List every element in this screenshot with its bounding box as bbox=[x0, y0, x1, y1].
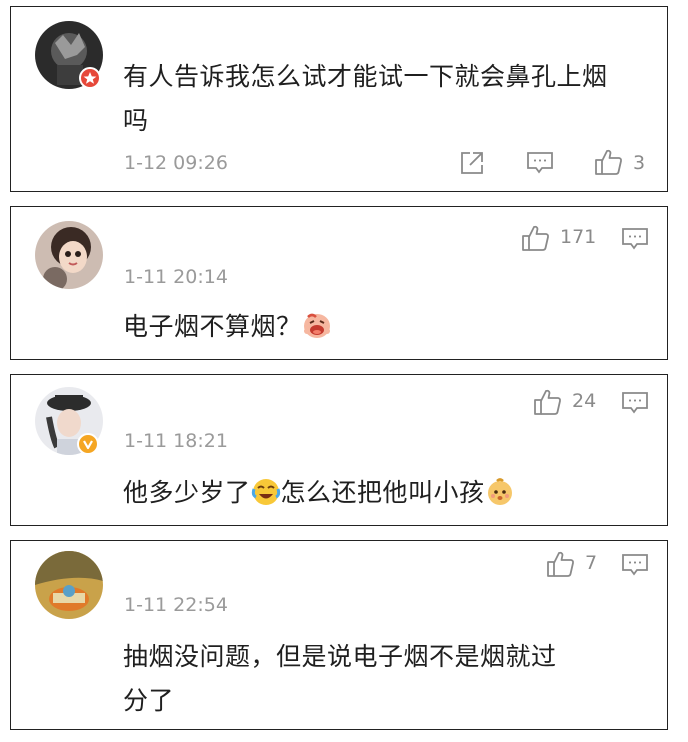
comment-timestamp: 1-11 18:21 bbox=[124, 430, 228, 452]
like-count: 24 bbox=[572, 390, 597, 412]
thumbs-up-icon[interactable] bbox=[533, 387, 563, 417]
red-star-badge bbox=[79, 67, 101, 89]
comment-text-line-1: 抽烟没问题，但是说电子烟不是烟就过 bbox=[123, 642, 557, 671]
comment-text-part-1: 他多少岁了 bbox=[123, 478, 251, 507]
comment-card-2: 171 1-11 20:14 电子烟不算烟？ bbox=[10, 206, 668, 360]
comment-icon[interactable] bbox=[621, 552, 649, 578]
comment-icon[interactable] bbox=[621, 226, 649, 252]
comment-card-1: 有人告诉我怎么试才能试一下就会鼻孔上烟 吗 1-12 09:26 3 bbox=[10, 6, 668, 192]
comment-icon[interactable] bbox=[621, 390, 649, 416]
comment-text-line: 电子烟不算烟？ bbox=[123, 312, 302, 341]
comment-text-line-1: 有人告诉我怎么试才能试一下就会鼻孔上烟 bbox=[123, 62, 608, 91]
comment-text: 他多少岁了 怎么还把他叫小孩 bbox=[123, 471, 515, 515]
comment-text: 抽烟没问题，但是说电子烟不是烟就过 分了 bbox=[123, 635, 663, 723]
comment-timestamp: 1-12 09:26 bbox=[124, 152, 228, 174]
thumbs-up-icon[interactable] bbox=[546, 549, 576, 579]
user-avatar-2[interactable] bbox=[35, 221, 103, 289]
share-icon[interactable] bbox=[459, 150, 485, 176]
comment-text-line-2: 吗 bbox=[123, 106, 149, 135]
like-count: 7 bbox=[585, 552, 598, 574]
user-avatar-4[interactable] bbox=[35, 551, 103, 619]
comment-timestamp: 1-11 22:54 bbox=[124, 594, 228, 616]
comment-card-3: 24 1-11 18:21 他多少岁了 怎么还把他叫小孩 bbox=[10, 374, 668, 526]
yellow-verified-badge bbox=[77, 433, 99, 455]
comment-card-4: 7 1-11 22:54 抽烟没问题，但是说电子烟不是烟就过 分了 bbox=[10, 540, 668, 730]
comment-text: 电子烟不算烟？ bbox=[123, 305, 332, 349]
thumbs-up-icon[interactable] bbox=[594, 147, 624, 177]
thumbs-up-icon[interactable] bbox=[521, 223, 551, 253]
crying-laughing-emoji bbox=[251, 477, 281, 507]
like-count: 171 bbox=[560, 226, 597, 248]
comment-icon[interactable] bbox=[526, 150, 554, 176]
comment-text: 有人告诉我怎么试才能试一下就会鼻孔上烟 吗 bbox=[123, 55, 663, 143]
comment-timestamp: 1-11 20:14 bbox=[124, 266, 228, 288]
comment-text-part-2: 怎么还把他叫小孩 bbox=[280, 478, 485, 507]
comment-text-line-2: 分了 bbox=[123, 686, 175, 715]
baby-face-emoji bbox=[485, 477, 515, 507]
laughing-face-emoji bbox=[302, 311, 332, 341]
like-count: 3 bbox=[633, 152, 646, 174]
